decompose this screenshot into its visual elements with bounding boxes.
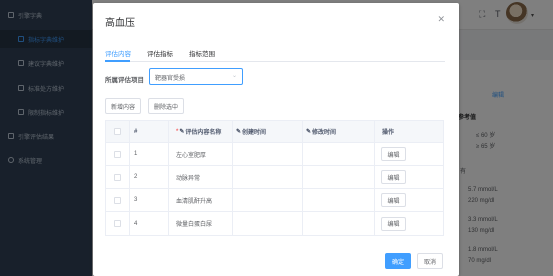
required-asterisk: *	[176, 128, 179, 135]
row-actions: 编辑	[375, 143, 445, 165]
chevron-down-icon: ⌄	[231, 73, 237, 79]
row-select-cell	[106, 166, 130, 188]
row-created	[233, 212, 303, 235]
row-actions: 编辑	[375, 189, 445, 211]
confirm-button[interactable]: 确定	[385, 253, 411, 269]
header-created-cell: ✎ 创建时间	[233, 121, 303, 142]
select-value: 靶器官受损	[155, 76, 186, 82]
edit-icon: ✎	[306, 129, 312, 135]
row-index: 4	[130, 212, 169, 235]
row-index: 1	[130, 143, 169, 165]
row-checkbox[interactable]	[114, 173, 121, 181]
row-checkbox[interactable]	[114, 220, 121, 227]
row-select-cell	[106, 189, 130, 211]
row-select-cell	[106, 212, 130, 235]
table-row: 3 血清肌酐升高 编辑	[106, 189, 443, 212]
edit-button[interactable]: 编辑	[381, 193, 406, 207]
row-modified	[303, 143, 375, 165]
table-row: 1 左心室肥厚 编辑	[106, 143, 443, 166]
row-name: 动脉异常	[169, 166, 233, 188]
add-content-button[interactable]: 新增内容	[105, 98, 141, 114]
row-created	[233, 189, 303, 211]
table-row: 2 动脉异常 编辑	[106, 166, 443, 189]
row-actions: 编辑	[375, 212, 445, 235]
tab-assessment-content[interactable]: 评估内容	[105, 48, 131, 58]
table-header-row: # * ✎ 评估内容名称 ✎ 创建时间 ✎ 修改时间 操作	[106, 121, 443, 143]
edit-button[interactable]: 编辑	[381, 216, 406, 231]
delete-selected-button[interactable]: 删除选中	[148, 98, 184, 114]
active-tab-indicator	[105, 60, 130, 62]
header-select-cell	[106, 121, 130, 142]
row-index: 3	[130, 189, 169, 211]
header-modified-cell: ✎ 修改时间	[303, 121, 375, 142]
row-checkbox[interactable]	[114, 196, 121, 204]
row-select-cell	[106, 143, 130, 165]
header-actions: 操作	[382, 130, 395, 136]
header-name-cell: * ✎ 评估内容名称	[169, 121, 233, 142]
edit-icon: ✎	[179, 129, 185, 135]
table-row: 4 微量白蛋白尿 编辑	[106, 212, 443, 235]
project-select[interactable]: 靶器官受损 ⌄	[149, 68, 243, 85]
row-checkbox[interactable]	[114, 150, 121, 158]
row-modified	[303, 189, 375, 211]
tab-assessment-indicators[interactable]: 评估指标	[147, 48, 173, 58]
cancel-button[interactable]: 取消	[417, 253, 443, 269]
close-icon[interactable]: ✕	[437, 14, 445, 25]
project-label: 所属评估项目	[105, 77, 144, 84]
row-name: 微量白蛋白尿	[169, 212, 233, 235]
hypertension-dialog: 高血压 ✕ 评估内容 评估指标 指标范围 所属评估项目 靶器官受损 ⌄ 新增内容…	[93, 3, 459, 276]
row-index: 2	[130, 166, 169, 188]
row-name: 左心室肥厚	[169, 143, 233, 165]
header-name: 评估内容名称	[185, 130, 222, 136]
edit-button[interactable]: 编辑	[381, 147, 406, 161]
content-table: # * ✎ 评估内容名称 ✎ 创建时间 ✎ 修改时间 操作 1 左心室肥厚 编辑 2 动…	[105, 120, 444, 236]
tab-indicator-range[interactable]: 指标范围	[189, 48, 215, 58]
row-modified	[303, 212, 375, 235]
header-modified: 修改时间	[312, 130, 337, 136]
dialog-title: 高血压	[105, 18, 135, 29]
row-created	[233, 143, 303, 165]
row-created	[233, 166, 303, 188]
select-all-checkbox[interactable]	[114, 128, 121, 135]
row-modified	[303, 166, 375, 188]
edit-button[interactable]: 编辑	[381, 170, 406, 184]
header-index: #	[130, 121, 169, 142]
header-created: 创建时间	[242, 130, 267, 136]
row-name: 血清肌酐升高	[169, 189, 233, 211]
row-actions: 编辑	[375, 166, 445, 188]
edit-icon: ✎	[236, 129, 242, 135]
dialog-tabs: 评估内容 评估指标 指标范围	[105, 46, 445, 62]
